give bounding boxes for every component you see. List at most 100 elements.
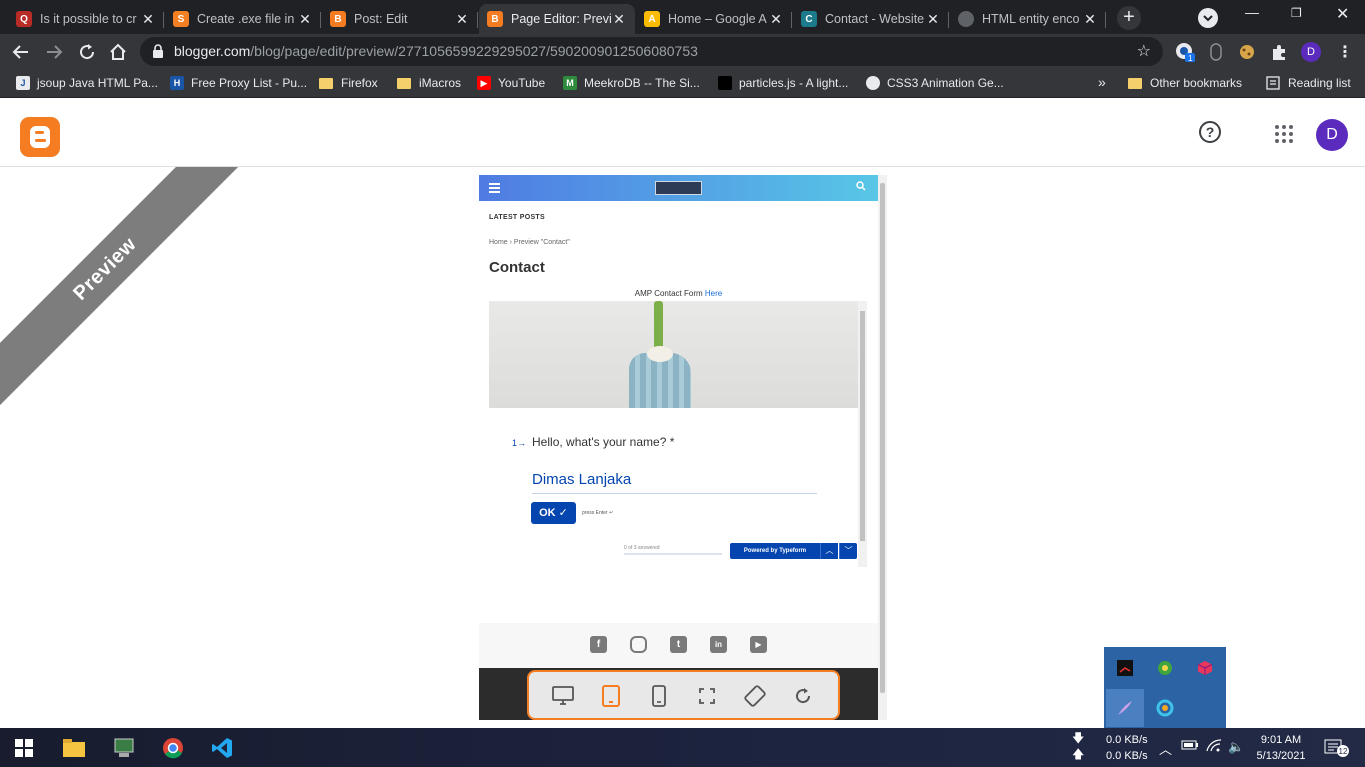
help-icon[interactable]: ?: [1199, 121, 1221, 143]
reload-button[interactable]: [75, 40, 99, 64]
svg-text:12: 12: [1339, 747, 1348, 756]
latest-posts-heading[interactable]: LATEST POSTS: [489, 214, 545, 221]
vscode-icon[interactable]: [210, 736, 234, 760]
blogger-logo[interactable]: [20, 117, 60, 157]
refresh-icon[interactable]: [791, 684, 815, 708]
tab-6[interactable]: C Contact - Website ✕: [793, 4, 949, 34]
tab-2[interactable]: S Create .exe file in ✕: [165, 4, 321, 34]
hamburger-menu-icon[interactable]: [489, 183, 500, 195]
breadcrumb[interactable]: Home › Preview "Contact": [489, 239, 570, 246]
previous-question-button[interactable]: ︿: [820, 543, 838, 559]
home-button[interactable]: [106, 40, 130, 64]
tablet-icon[interactable]: [599, 684, 623, 708]
menu-kebab-icon[interactable]: ⋮: [1334, 41, 1356, 63]
typeform-cover-image: [489, 301, 858, 408]
close-tab-icon[interactable]: ✕: [1082, 11, 1098, 28]
linkedin-icon[interactable]: in: [710, 636, 727, 653]
tab-4[interactable]: B Page Editor: Previ ✕: [479, 4, 635, 34]
forward-button[interactable]: [42, 40, 66, 64]
circle-app-icon[interactable]: [1146, 689, 1184, 727]
address-bar[interactable]: blogger.com/blog/page/edit/preview/27710…: [140, 37, 1163, 66]
action-center-icon[interactable]: 12: [1324, 738, 1349, 757]
bookmark-item[interactable]: Firefox: [319, 76, 378, 90]
reading-list-button[interactable]: Reading list: [1266, 76, 1351, 90]
close-window-button[interactable]: ✕: [1336, 4, 1349, 24]
feather-app-icon[interactable]: [1106, 689, 1144, 727]
extension-vpn-icon[interactable]: 1: [1174, 41, 1196, 63]
arrow-left-icon: [12, 45, 28, 59]
powered-by-typeform-button[interactable]: Powered by Typeform: [730, 543, 820, 559]
extensions-puzzle-icon[interactable]: [1268, 41, 1290, 63]
reading-list-label: Reading list: [1288, 76, 1351, 90]
chevron-down-icon: [1203, 15, 1213, 22]
arrow-right-icon: [47, 45, 63, 59]
amp-here-link[interactable]: Here: [705, 289, 722, 298]
bookmark-item[interactable]: M MeekroDB -- The Si...: [563, 76, 700, 90]
bookmark-item[interactable]: H Free Proxy List - Pu...: [170, 76, 307, 90]
chrome-icon[interactable]: [161, 736, 185, 760]
bookmarks-overflow-button[interactable]: »: [1098, 74, 1106, 90]
windows-taskbar: 🡇 🡅 0.0 KB/s 0.0 KB/s ︿ 🔈 9:01 AM 5/13/2021…: [0, 728, 1365, 767]
next-question-button[interactable]: ﹀: [839, 543, 857, 559]
fullscreen-icon[interactable]: [695, 684, 719, 708]
wifi-icon[interactable]: [1206, 739, 1222, 756]
typeform-embed: 1→ Hello, what's your name? * Dimas Lanja…: [489, 301, 867, 567]
rotate-icon[interactable]: [743, 684, 767, 708]
bookmark-item[interactable]: CSS3 Animation Ge...: [866, 76, 1004, 90]
tab-1[interactable]: Q Is it possible to cr ✕: [8, 4, 164, 34]
facebook-icon[interactable]: f: [590, 636, 607, 653]
bookmark-item[interactable]: particles.js - A light...: [718, 76, 848, 90]
bookmark-item[interactable]: iMacros: [397, 76, 461, 90]
ok-button[interactable]: OK ✓: [531, 502, 576, 524]
extension-cookie-icon[interactable]: [1236, 41, 1258, 63]
close-tab-icon[interactable]: ✕: [297, 11, 313, 28]
site-logo[interactable]: [655, 181, 702, 195]
jsoup-icon: J: [16, 76, 30, 90]
google-apps-icon[interactable]: [1275, 125, 1293, 143]
tab-3[interactable]: B Post: Edit ✕: [322, 4, 478, 34]
close-tab-icon[interactable]: ✕: [925, 11, 941, 28]
other-bookmarks-folder[interactable]: Other bookmarks: [1128, 76, 1242, 90]
bookmark-item[interactable]: Jjsoup Java HTML Pa...: [16, 76, 158, 90]
preview-scrollbar[interactable]: [878, 175, 887, 720]
volume-icon[interactable]: 🔈: [1228, 739, 1244, 755]
battery-icon[interactable]: [1181, 739, 1199, 754]
minimize-button[interactable]: —: [1245, 4, 1259, 20]
tab-7[interactable]: HTML entity enco ✕: [950, 4, 1106, 34]
profile-avatar[interactable]: D: [1300, 41, 1322, 63]
show-hidden-icons-button[interactable]: ︿: [1159, 739, 1172, 758]
tab-5[interactable]: A Home – Google A ✕: [636, 4, 792, 34]
desktop-icon[interactable]: [551, 684, 575, 708]
system-clock[interactable]: 9:01 AM 5/13/2021: [1248, 732, 1314, 764]
file-explorer-icon[interactable]: [62, 736, 86, 760]
terminal-app-icon[interactable]: [1106, 649, 1144, 687]
close-tab-icon[interactable]: ✕: [454, 11, 470, 28]
close-tab-icon[interactable]: ✕: [611, 11, 627, 28]
new-tab-button[interactable]: +: [1117, 6, 1141, 30]
tab-strip: Q Is it possible to cr ✕ S Create .exe file …: [0, 0, 1365, 34]
network-app-icon[interactable]: [1146, 649, 1184, 687]
bookmark-star-icon[interactable]: ☆: [1137, 41, 1151, 61]
account-avatar[interactable]: D: [1316, 119, 1348, 151]
bookmark-item[interactable]: ▶ YouTube: [477, 76, 545, 90]
twitter-icon[interactable]: t: [670, 636, 687, 653]
cube-app-icon[interactable]: [1186, 649, 1224, 687]
typeform-scrollbar[interactable]: [858, 301, 867, 567]
page-title: Contact: [489, 259, 545, 276]
restore-button[interactable]: ❐: [1291, 6, 1302, 20]
close-tab-icon[interactable]: ✕: [768, 11, 784, 28]
back-button[interactable]: [9, 40, 33, 64]
youtube-icon[interactable]: ▶: [750, 636, 767, 653]
progress-text: 0 of 3 answered: [624, 545, 660, 551]
mobile-icon[interactable]: [647, 684, 671, 708]
proxy-icon: H: [170, 76, 184, 90]
extension-mouse-icon[interactable]: [1205, 41, 1227, 63]
name-input[interactable]: Dimas Lanjaka: [532, 467, 817, 494]
instagram-icon[interactable]: [630, 636, 647, 653]
device-manager-icon[interactable]: [112, 736, 136, 760]
close-tab-icon[interactable]: ✕: [140, 11, 156, 28]
search-icon[interactable]: [856, 181, 866, 194]
tab-search-button[interactable]: [1198, 8, 1218, 28]
windows-start-icon[interactable]: [12, 736, 36, 760]
reload-icon: [80, 44, 95, 60]
